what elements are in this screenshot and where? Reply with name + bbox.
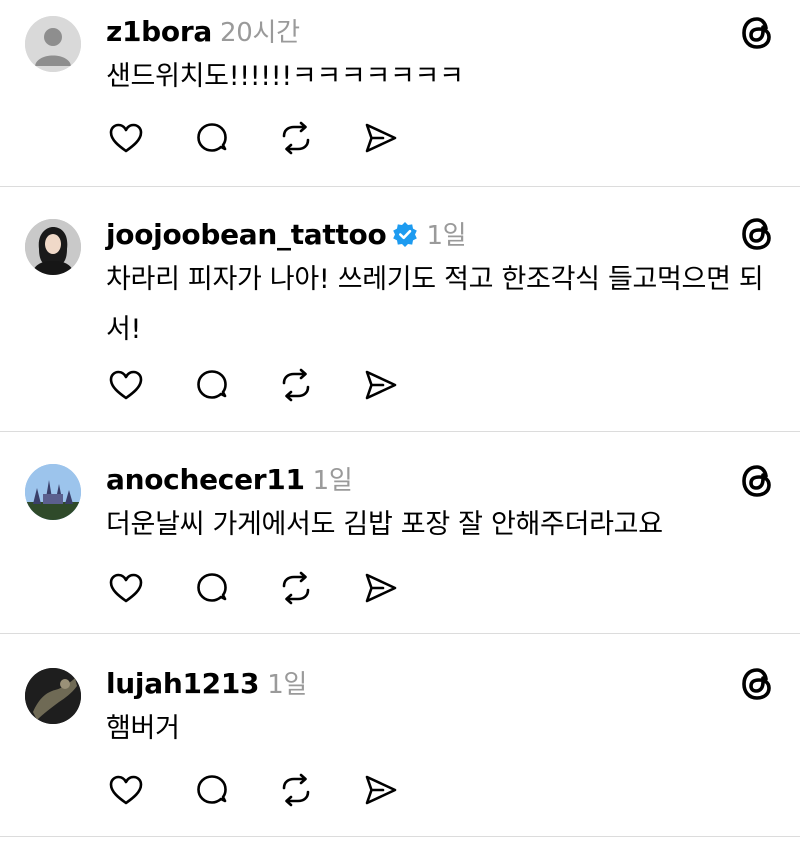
share-button[interactable] bbox=[361, 568, 401, 608]
reply-post: lujah1213 1일 햄버거 bbox=[0, 634, 800, 847]
avatar[interactable] bbox=[25, 219, 81, 275]
repost-button[interactable] bbox=[276, 770, 316, 810]
post-header: joojoobean_tattoo 1일 bbox=[106, 215, 467, 252]
comment-button[interactable] bbox=[192, 568, 232, 608]
comment-button[interactable] bbox=[192, 365, 232, 405]
avatar[interactable] bbox=[25, 464, 81, 520]
username-link[interactable]: z1bora bbox=[106, 15, 212, 48]
reply-post: z1bora 20시간 샌드위치도!!!!!!ㅋㅋㅋㅋㅋㅋㅋ bbox=[0, 0, 800, 186]
heart-icon bbox=[109, 573, 143, 603]
post-header: anochecer11 1일 bbox=[106, 460, 353, 497]
username-link[interactable]: anochecer11 bbox=[106, 463, 305, 496]
profile-photo bbox=[25, 464, 81, 520]
like-button[interactable] bbox=[106, 568, 146, 608]
threads-logo-icon[interactable] bbox=[738, 215, 776, 253]
reply-post: anochecer11 1일 더운날씨 가게에서도 김밥 포장 잘 안해주더라고요 bbox=[0, 432, 800, 633]
heart-icon bbox=[109, 123, 143, 153]
profile-photo bbox=[25, 668, 81, 724]
threads-logo-icon[interactable] bbox=[738, 14, 776, 52]
share-icon bbox=[365, 370, 397, 400]
post-text: 차라리 피자가 나아! 쓰레기도 적고 한조각식 들고먹으면 되서! bbox=[106, 264, 764, 345]
username-link[interactable]: lujah1213 bbox=[106, 667, 259, 700]
post-divider bbox=[0, 836, 800, 837]
default-avatar-icon bbox=[25, 16, 81, 72]
threads-logo-icon[interactable] bbox=[738, 462, 776, 500]
share-icon bbox=[365, 573, 397, 603]
comment-icon bbox=[197, 370, 227, 399]
avatar[interactable] bbox=[25, 668, 81, 724]
comment-button[interactable] bbox=[192, 770, 232, 810]
comment-button[interactable] bbox=[192, 118, 232, 158]
heart-icon bbox=[109, 775, 143, 805]
comment-icon bbox=[197, 123, 227, 152]
profile-photo bbox=[25, 219, 81, 275]
comment-icon bbox=[197, 573, 227, 602]
share-icon bbox=[365, 123, 397, 153]
share-icon bbox=[365, 775, 397, 805]
post-text: 더운날씨 가게에서도 김밥 포장 잘 안해주더라고요 bbox=[106, 509, 663, 540]
post-time: 1일 bbox=[312, 466, 353, 496]
repost-icon bbox=[282, 368, 310, 402]
post-header: z1bora 20시간 bbox=[106, 12, 300, 49]
heart-icon bbox=[109, 370, 143, 400]
repost-button[interactable] bbox=[276, 365, 316, 405]
repost-icon bbox=[282, 571, 310, 605]
post-time: 1일 bbox=[426, 221, 467, 251]
verified-badge-icon bbox=[393, 222, 418, 247]
comment-icon bbox=[197, 775, 227, 804]
comment-feed: z1bora 20시간 샌드위치도!!!!!!ㅋㅋㅋㅋㅋㅋㅋ joojoobea… bbox=[0, 0, 800, 847]
post-text: 햄버거 bbox=[106, 713, 180, 744]
share-button[interactable] bbox=[361, 118, 401, 158]
reply-post: joojoobean_tattoo 1일 차라리 피자가 나아! 쓰레기도 적고 … bbox=[0, 187, 800, 431]
share-button[interactable] bbox=[361, 770, 401, 810]
repost-icon bbox=[282, 121, 310, 155]
avatar[interactable] bbox=[25, 16, 81, 72]
post-time: 1일 bbox=[267, 670, 308, 700]
post-text: 샌드위치도!!!!!!ㅋㅋㅋㅋㅋㅋㅋ bbox=[106, 61, 464, 92]
like-button[interactable] bbox=[106, 365, 146, 405]
like-button[interactable] bbox=[106, 770, 146, 810]
repost-icon bbox=[282, 773, 310, 807]
repost-button[interactable] bbox=[276, 118, 316, 158]
post-time: 20시간 bbox=[219, 18, 300, 48]
username-link[interactable]: joojoobean_tattoo bbox=[106, 218, 387, 251]
post-header: lujah1213 1일 bbox=[106, 664, 307, 701]
like-button[interactable] bbox=[106, 118, 146, 158]
repost-button[interactable] bbox=[276, 568, 316, 608]
threads-logo-icon[interactable] bbox=[738, 665, 776, 703]
share-button[interactable] bbox=[361, 365, 401, 405]
